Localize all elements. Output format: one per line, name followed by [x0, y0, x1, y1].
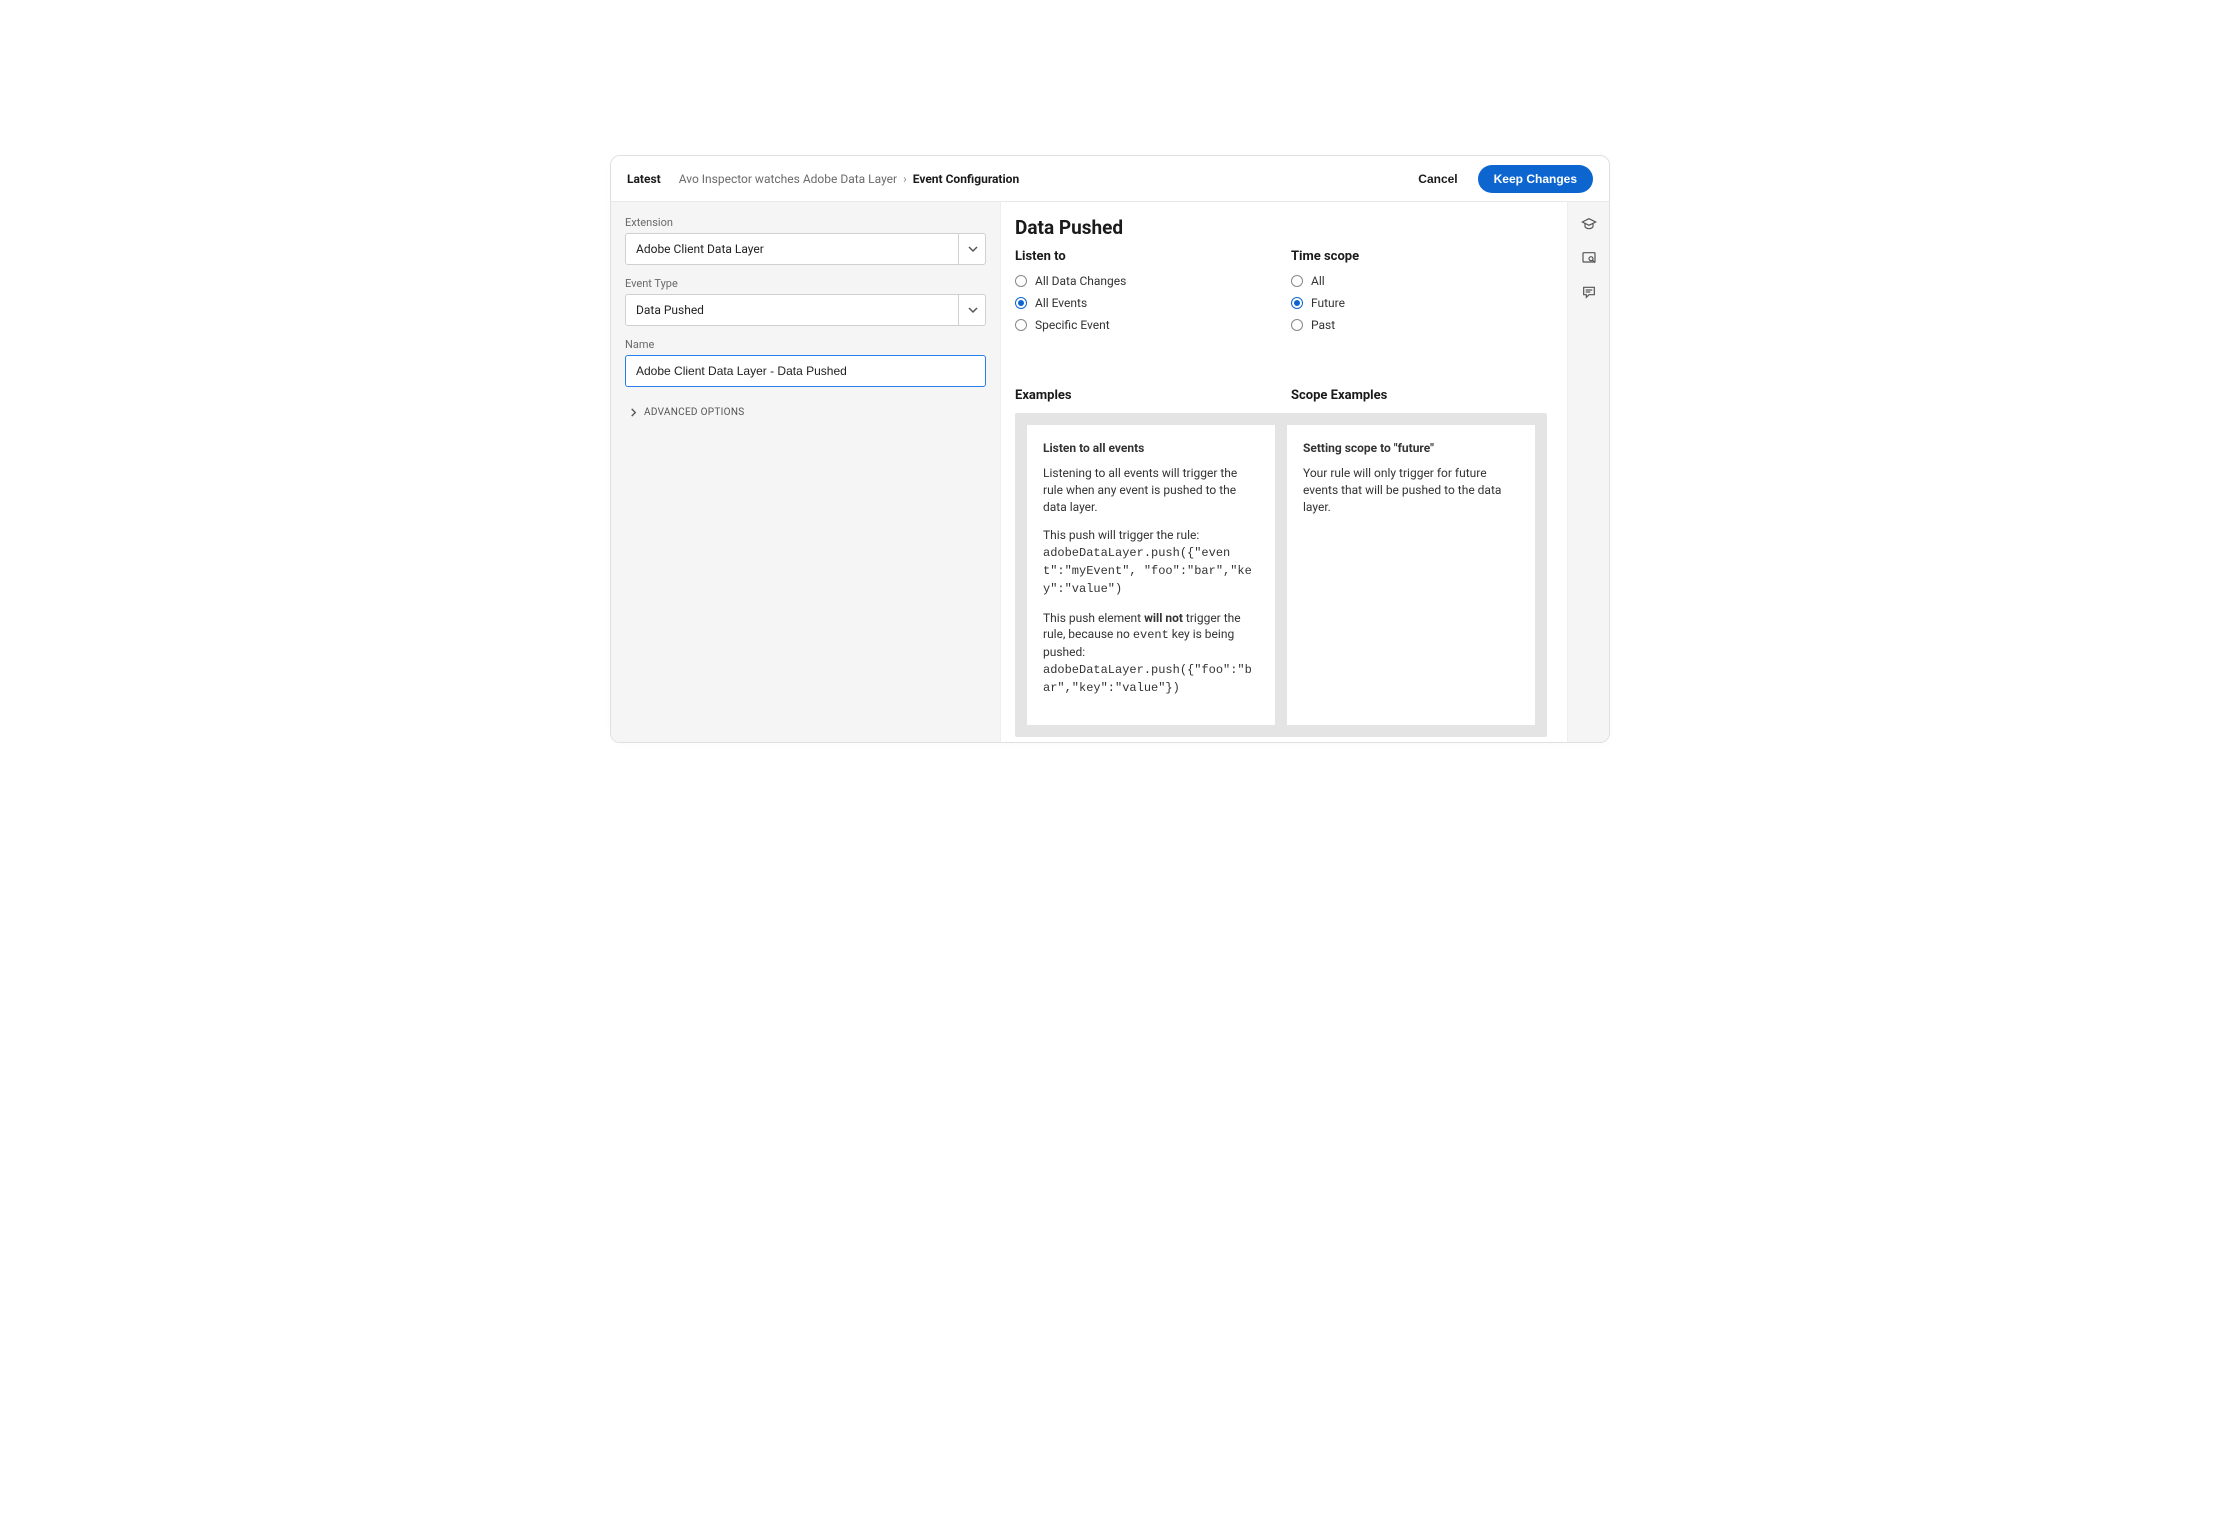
- advanced-options-label: ADVANCED OPTIONS: [644, 407, 745, 418]
- breadcrumb-current: Event Configuration: [913, 172, 1019, 186]
- cancel-button[interactable]: Cancel: [1406, 166, 1469, 192]
- example-title: Listen to all events: [1043, 441, 1259, 455]
- scope-examples-heading: Scope Examples: [1291, 388, 1547, 403]
- example-listen-all-events: Listen to all events Listening to all ev…: [1027, 425, 1275, 725]
- listen-to-heading: Listen to: [1015, 249, 1271, 264]
- left-form-panel: Extension Adobe Client Data Layer Event …: [611, 202, 1001, 742]
- crumb-latest: Latest: [627, 172, 661, 186]
- extension-select-value: Adobe Client Data Layer: [636, 242, 764, 256]
- name-label: Name: [625, 338, 986, 351]
- example-text: This push element will not trigger the r…: [1043, 610, 1259, 697]
- radio-all-events[interactable]: All Events: [1015, 296, 1271, 310]
- listen-to-group: Listen to All Data Changes All Events Sp…: [1015, 249, 1271, 340]
- chevron-right-icon: [629, 408, 638, 417]
- example-text: Listening to all events will trigger the…: [1043, 465, 1259, 515]
- header-bar: Latest Avo Inspector watches Adobe Data …: [611, 156, 1609, 202]
- radio-scope-all[interactable]: All: [1291, 274, 1547, 288]
- example-text: This push will trigger the rule: adobeDa…: [1043, 527, 1259, 597]
- page-title: Data Pushed: [1015, 216, 1547, 239]
- radio-all-data-changes[interactable]: All Data Changes: [1015, 274, 1271, 288]
- main-content: Data Pushed Listen to All Data Changes A…: [1001, 202, 1567, 742]
- event-type-label: Event Type: [625, 277, 986, 290]
- breadcrumb-separator-icon: ›: [903, 172, 907, 186]
- inspect-icon[interactable]: [1581, 250, 1597, 266]
- examples-heading: Examples: [1015, 388, 1271, 403]
- radio-scope-future[interactable]: Future: [1291, 296, 1547, 310]
- example-title: Setting scope to "future": [1303, 441, 1519, 455]
- radio-label: Future: [1311, 296, 1345, 310]
- keep-changes-button[interactable]: Keep Changes: [1478, 165, 1593, 193]
- radio-specific-event[interactable]: Specific Event: [1015, 318, 1271, 332]
- radio-label: Past: [1311, 318, 1335, 332]
- example-scope-future: Setting scope to "future" Your rule will…: [1287, 425, 1535, 725]
- name-input[interactable]: [625, 355, 986, 387]
- graduation-cap-icon[interactable]: [1581, 216, 1597, 232]
- right-icon-rail: [1567, 202, 1609, 742]
- examples-container: Listen to all events Listening to all ev…: [1015, 413, 1547, 737]
- comment-icon[interactable]: [1581, 284, 1597, 300]
- radio-label: Specific Event: [1035, 318, 1110, 332]
- time-scope-group: Time scope All Future Past: [1291, 249, 1547, 340]
- radio-scope-past[interactable]: Past: [1291, 318, 1547, 332]
- radio-label: All Data Changes: [1035, 274, 1126, 288]
- extension-select[interactable]: Adobe Client Data Layer: [625, 233, 986, 265]
- extension-label: Extension: [625, 216, 986, 229]
- event-config-dialog: Latest Avo Inspector watches Adobe Data …: [610, 155, 1610, 743]
- example-text: Your rule will only trigger for future e…: [1303, 465, 1519, 515]
- event-type-select[interactable]: Data Pushed: [625, 294, 986, 326]
- event-type-select-value: Data Pushed: [636, 303, 704, 317]
- time-scope-heading: Time scope: [1291, 249, 1547, 264]
- radio-label: All: [1311, 274, 1325, 288]
- breadcrumb-link[interactable]: Avo Inspector watches Adobe Data Layer: [679, 172, 897, 186]
- advanced-options-toggle[interactable]: ADVANCED OPTIONS: [625, 399, 986, 426]
- radio-label: All Events: [1035, 296, 1087, 310]
